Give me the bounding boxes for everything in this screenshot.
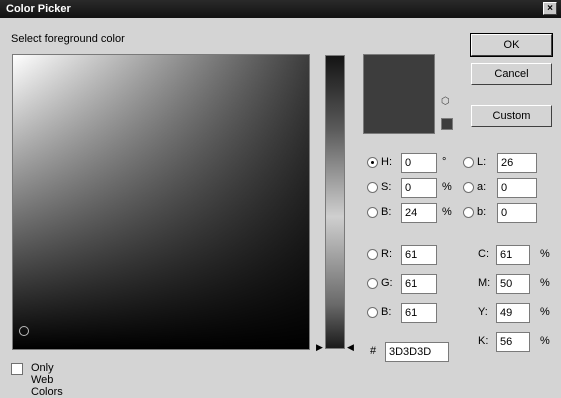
y-unit: % (540, 306, 550, 318)
lab-b-radio[interactable] (463, 207, 474, 218)
b-radio[interactable] (367, 207, 378, 218)
l-radio[interactable] (463, 157, 474, 168)
b-unit: % (442, 206, 452, 218)
lab-row-a: a: 0 (463, 178, 543, 198)
custom-button[interactable]: Custom (471, 105, 552, 127)
hex-field[interactable]: 3D3D3D (385, 342, 449, 362)
cmyk-row-y: Y: 49 % (478, 303, 553, 323)
m-label: M: (478, 277, 491, 289)
h-radio[interactable] (367, 157, 378, 168)
l-label: L: (477, 156, 487, 168)
k-label: K: (478, 335, 489, 347)
slider-arrow-left-icon[interactable]: ▶ (316, 343, 323, 352)
r-radio[interactable] (367, 249, 378, 260)
title-bar: Color Picker × (0, 0, 561, 18)
web-safe-swatch[interactable] (441, 118, 453, 130)
m-unit: % (540, 277, 550, 289)
cmyk-row-c: C: 61 % (478, 245, 553, 265)
h-field[interactable]: 0 (401, 153, 437, 173)
h-label: H: (381, 156, 392, 168)
cube-icon[interactable]: ⬡ (441, 97, 451, 107)
only-web-colors-checkbox[interactable] (11, 363, 23, 375)
y-label: Y: (478, 306, 488, 318)
slider-arrow-right-icon[interactable]: ◀ (347, 343, 354, 352)
close-button[interactable]: × (543, 2, 557, 15)
s-label: S: (381, 181, 392, 193)
cmyk-row-m: M: 50 % (478, 274, 553, 294)
r-field[interactable]: 61 (401, 245, 437, 265)
g-field[interactable]: 61 (401, 274, 437, 294)
k-unit: % (540, 335, 550, 347)
rgb-b-label: B: (381, 306, 392, 318)
a-field[interactable]: 0 (497, 178, 537, 198)
rgb-b-radio[interactable] (367, 307, 378, 318)
cmyk-row-k: K: 56 % (478, 332, 553, 352)
k-field[interactable]: 56 (496, 332, 530, 352)
color-swatch (363, 54, 435, 134)
b-label: B: (381, 206, 392, 218)
field-marker[interactable] (19, 326, 29, 336)
rgb-row-r: R: 61 (367, 245, 437, 265)
ok-button[interactable]: OK (470, 33, 553, 57)
lab-b-field[interactable]: 0 (497, 203, 537, 223)
rgb-b-field[interactable]: 61 (401, 303, 437, 323)
c-field[interactable]: 61 (496, 245, 530, 265)
rgb-row-g: G: 61 (367, 274, 437, 294)
hsb-row-b: B: 24 % (367, 203, 457, 223)
hex-row: # 3D3D3D (367, 342, 452, 362)
l-field[interactable]: 26 (497, 153, 537, 173)
lab-row-l: L: 26 (463, 153, 543, 173)
color-field[interactable] (12, 54, 310, 350)
a-label: a: (477, 181, 487, 193)
hsb-row-h: H: 0 ° (367, 153, 457, 173)
c-unit: % (540, 248, 550, 260)
g-radio[interactable] (367, 278, 378, 289)
m-field[interactable]: 50 (496, 274, 530, 294)
y-field[interactable]: 49 (496, 303, 530, 323)
a-radio[interactable] (463, 182, 474, 193)
s-unit: % (442, 181, 452, 193)
rgb-row-b: B: 61 (367, 303, 437, 323)
s-field[interactable]: 0 (401, 178, 437, 198)
prompt-label: Select foreground color (11, 33, 125, 45)
window-title: Color Picker (6, 3, 71, 15)
r-label: R: (381, 248, 392, 260)
h-unit: ° (442, 156, 447, 168)
s-radio[interactable] (367, 182, 378, 193)
lab-row-b: b: 0 (463, 203, 543, 223)
cancel-button[interactable]: Cancel (471, 63, 552, 85)
b-field[interactable]: 24 (401, 203, 437, 223)
c-label: C: (478, 248, 489, 260)
g-label: G: (381, 277, 393, 289)
hex-label: # (370, 345, 377, 357)
hsb-row-s: S: 0 % (367, 178, 457, 198)
lab-b-label: b: (477, 206, 487, 218)
hue-slider[interactable] (325, 55, 345, 349)
